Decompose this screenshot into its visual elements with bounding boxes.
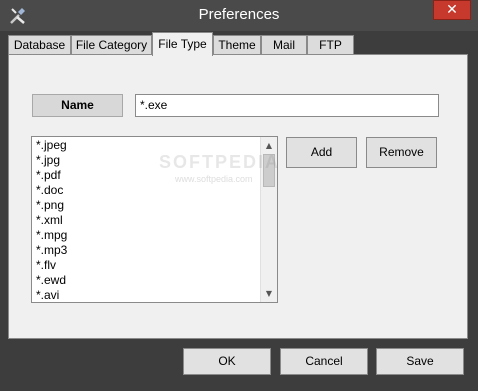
tab-theme[interactable]: Theme (213, 35, 261, 55)
watermark-url: www.softpedia.com (175, 174, 253, 184)
list-item[interactable]: *.mp3 (36, 243, 67, 258)
list-item[interactable]: *.avi (36, 288, 67, 302)
watermark: SOFTPEDIA (159, 152, 281, 172)
list-item[interactable]: *.png (36, 198, 67, 213)
tab-mail[interactable]: Mail (261, 35, 307, 55)
extension-items: *.jpeg *.jpg *.pdf *.doc *.png *.xml *.m… (36, 138, 67, 302)
list-item[interactable]: *.jpg (36, 153, 67, 168)
cancel-button[interactable]: Cancel (280, 348, 368, 375)
preferences-window: Preferences ✕ Database File Category Fil… (0, 0, 478, 391)
scroll-down-arrow-icon[interactable]: ▼ (261, 285, 277, 302)
window-title: Preferences (198, 6, 280, 23)
tab-database[interactable]: Database (8, 35, 71, 55)
file-type-panel: Name *.exe *.jpeg *.jpg *.pdf *.doc *.pn… (8, 54, 468, 339)
save-button[interactable]: Save (376, 348, 464, 375)
list-item[interactable]: *.xml (36, 213, 67, 228)
close-button[interactable]: ✕ (433, 0, 471, 20)
remove-button[interactable]: Remove (366, 137, 437, 168)
title-bar[interactable]: Preferences ✕ (0, 0, 478, 31)
tab-file-category[interactable]: File Category (71, 35, 152, 55)
list-item[interactable]: *.doc (36, 183, 67, 198)
tab-ftp[interactable]: FTP (307, 35, 354, 55)
name-label: Name (32, 94, 123, 117)
ok-button[interactable]: OK (183, 348, 271, 375)
tab-file-type[interactable]: File Type (152, 32, 213, 56)
list-item[interactable]: *.pdf (36, 168, 67, 183)
list-item[interactable]: *.flv (36, 258, 67, 273)
list-item[interactable]: *.jpeg (36, 138, 67, 153)
list-item[interactable]: *.ewd (36, 273, 67, 288)
add-button[interactable]: Add (286, 137, 357, 168)
name-input[interactable]: *.exe (135, 94, 439, 117)
list-item[interactable]: *.mpg (36, 228, 67, 243)
close-icon: ✕ (446, 2, 458, 18)
